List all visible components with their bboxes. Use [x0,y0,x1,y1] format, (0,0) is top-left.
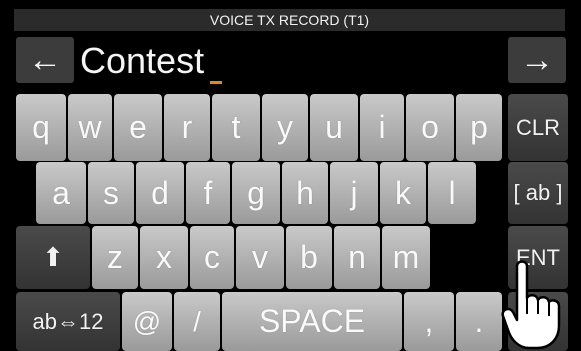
key-l[interactable]: l [428,162,476,224]
key-k[interactable]: k [380,162,426,224]
key-p[interactable]: p [456,94,502,161]
shift-icon: ⬆ [42,242,64,272]
key-r[interactable]: r [164,94,210,161]
pointing-hand-icon [501,260,561,350]
key-period[interactable]: . [456,292,502,351]
clear-button[interactable]: CLR [508,94,568,161]
key-y[interactable]: y [262,94,308,161]
left-arrow-icon: ← [28,41,62,79]
key-c[interactable]: c [190,226,234,289]
key-x[interactable]: x [140,226,188,289]
text-input-field[interactable]: Contest [80,38,204,84]
cursor-left-button[interactable]: ← [16,37,74,83]
key-m[interactable]: m [382,226,430,289]
key-w[interactable]: w [68,94,112,161]
mode-toggle-button[interactable]: ab⇔12 [16,292,120,351]
key-e[interactable]: e [114,94,162,161]
key-at[interactable]: @ [122,292,172,351]
key-a[interactable]: a [36,162,86,224]
window-title: VOICE TX RECORD (T1) [14,9,565,31]
key-n[interactable]: n [334,226,380,289]
key-g[interactable]: g [232,162,280,224]
right-arrow-icon: → [520,41,554,79]
key-u[interactable]: u [310,94,358,161]
key-slash[interactable]: / [174,292,220,351]
ab-mode-button[interactable]: [ ab ] [508,162,568,224]
key-z[interactable]: z [92,226,138,289]
key-b[interactable]: b [286,226,332,289]
key-o[interactable]: o [406,94,454,161]
shift-button[interactable]: ⬆ [16,226,90,289]
cursor-right-button[interactable]: → [508,37,566,83]
key-q[interactable]: q [16,94,66,161]
key-i[interactable]: i [360,94,404,161]
key-comma[interactable]: , [404,292,454,351]
key-s[interactable]: s [88,162,134,224]
text-cursor [210,81,222,84]
key-t[interactable]: t [212,94,260,161]
key-d[interactable]: d [136,162,184,224]
key-f[interactable]: f [186,162,230,224]
space-button[interactable]: SPACE [222,292,402,351]
key-h[interactable]: h [282,162,328,224]
key-j[interactable]: j [330,162,378,224]
key-v[interactable]: v [236,226,284,289]
